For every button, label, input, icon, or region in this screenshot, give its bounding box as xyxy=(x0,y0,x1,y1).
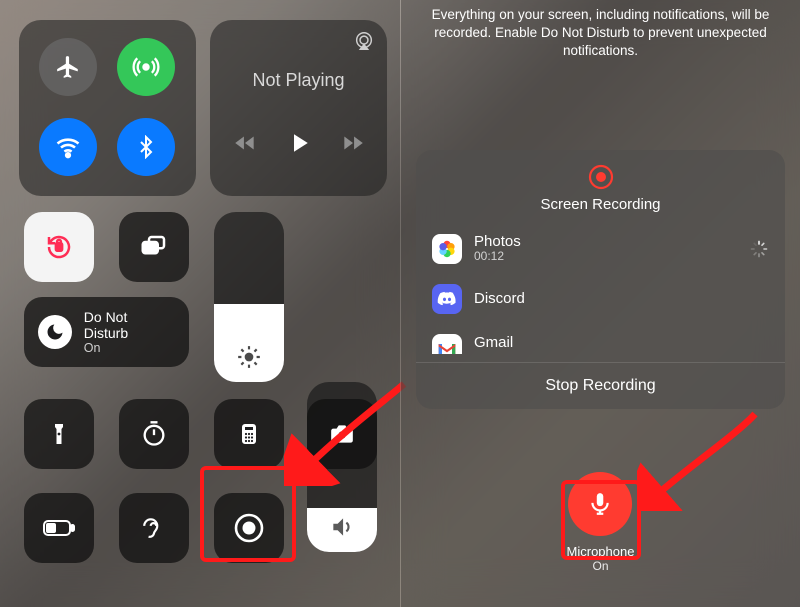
mic-status: On xyxy=(592,559,608,573)
flashlight-icon xyxy=(47,420,71,448)
bluetooth-toggle[interactable] xyxy=(117,118,175,176)
destination-name: Discord xyxy=(474,290,769,307)
moon-icon xyxy=(38,315,72,349)
rotation-lock-icon xyxy=(44,232,74,262)
sheet-title: Screen Recording xyxy=(416,196,785,213)
destination-name: Photos xyxy=(474,233,749,250)
screen-mirroring-icon xyxy=(139,232,169,262)
screen-record-button[interactable] xyxy=(214,493,284,563)
wifi-icon xyxy=(54,133,82,161)
calculator-icon xyxy=(237,420,261,448)
cellular-icon xyxy=(132,53,160,81)
discord-icon xyxy=(432,284,462,314)
annotation-arrow-right xyxy=(637,406,767,511)
spinner-icon xyxy=(749,239,769,259)
volume-icon xyxy=(307,514,377,540)
gmail-icon xyxy=(432,334,462,354)
recording-warning-text: Everything on your screen, including not… xyxy=(401,6,800,61)
play-icon[interactable] xyxy=(284,128,314,158)
mic-label: Microphone xyxy=(567,544,635,559)
wifi-toggle[interactable] xyxy=(39,118,97,176)
connectivity-card xyxy=(19,20,196,196)
calculator-button[interactable] xyxy=(214,399,284,469)
destination-photos[interactable]: Photos 00:12 xyxy=(416,223,785,274)
airplay-icon[interactable] xyxy=(353,30,375,52)
airplane-mode-toggle[interactable] xyxy=(39,38,97,96)
control-center-pane: Not Playing Do Not Disturb xyxy=(0,0,400,607)
screen-recording-sheet: Screen Recording Photos 00:12 Discord xyxy=(416,150,785,409)
destination-name: Gmail xyxy=(474,334,769,351)
brightness-slider[interactable] xyxy=(214,212,284,382)
screen-mirroring-button[interactable] xyxy=(119,212,189,282)
rewind-icon[interactable] xyxy=(232,130,258,156)
rotation-lock-toggle[interactable] xyxy=(24,212,94,282)
record-icon xyxy=(232,511,266,545)
stop-recording-button[interactable]: Stop Recording xyxy=(416,362,785,409)
timer-button[interactable] xyxy=(119,399,189,469)
flashlight-button[interactable] xyxy=(24,399,94,469)
destination-sub: 00:12 xyxy=(474,250,749,264)
forward-icon[interactable] xyxy=(340,130,366,156)
dnd-status: On xyxy=(84,341,175,355)
hearing-button[interactable] xyxy=(119,493,189,563)
ear-icon xyxy=(141,513,167,543)
mic-icon xyxy=(588,489,614,519)
battery-icon xyxy=(42,518,76,538)
screen-recording-pane: Everything on your screen, including not… xyxy=(400,0,800,607)
destination-discord[interactable]: Discord xyxy=(416,274,785,324)
brightness-icon xyxy=(214,344,284,370)
microphone-toggle[interactable]: Microphone On xyxy=(567,472,635,573)
photos-icon xyxy=(432,234,462,264)
dnd-label: Do Not Disturb xyxy=(84,309,175,341)
now-playing-title: Not Playing xyxy=(210,70,387,91)
recording-status-icon xyxy=(416,164,785,190)
camera-button[interactable] xyxy=(307,399,377,469)
low-power-toggle[interactable] xyxy=(24,493,94,563)
cellular-data-toggle[interactable] xyxy=(117,38,175,96)
bluetooth-icon xyxy=(134,135,158,159)
camera-icon xyxy=(327,421,357,447)
destination-gmail[interactable]: Gmail xyxy=(416,324,785,354)
timer-icon xyxy=(140,420,168,448)
now-playing-card[interactable]: Not Playing xyxy=(210,20,387,196)
do-not-disturb-toggle[interactable]: Do Not Disturb On xyxy=(24,297,189,367)
airplane-icon xyxy=(55,54,81,80)
